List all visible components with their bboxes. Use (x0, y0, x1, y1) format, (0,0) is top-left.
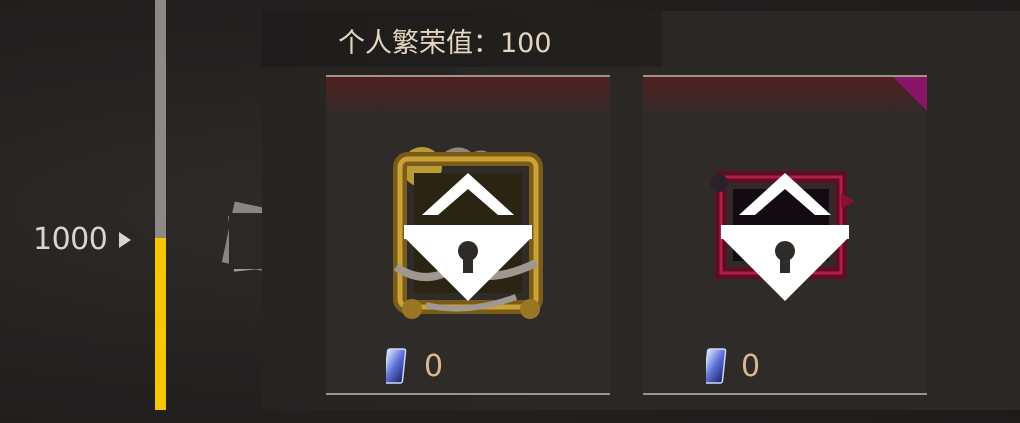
crystal-card-icon (386, 348, 407, 384)
prosperity-progress-fill (155, 237, 166, 410)
milestone-label: 1000 (33, 222, 108, 257)
reward-cost-value: 0 (424, 349, 444, 384)
reward-cost-value: 0 (741, 349, 761, 384)
crystal-card-icon (706, 348, 727, 384)
game-screen: 1000 个人繁荣值：100 0 0 (0, 0, 1020, 423)
milestone-pointer-icon (119, 232, 131, 248)
reward-card-gold-frame[interactable]: 0 (326, 75, 610, 395)
prosperity-progress-track (155, 0, 166, 410)
reward-card-crimson-frame[interactable]: 0 (643, 75, 927, 395)
prosperity-value-label: 个人繁荣值：100 (338, 28, 552, 59)
lock-icon (721, 173, 849, 301)
lock-icon (404, 173, 532, 301)
